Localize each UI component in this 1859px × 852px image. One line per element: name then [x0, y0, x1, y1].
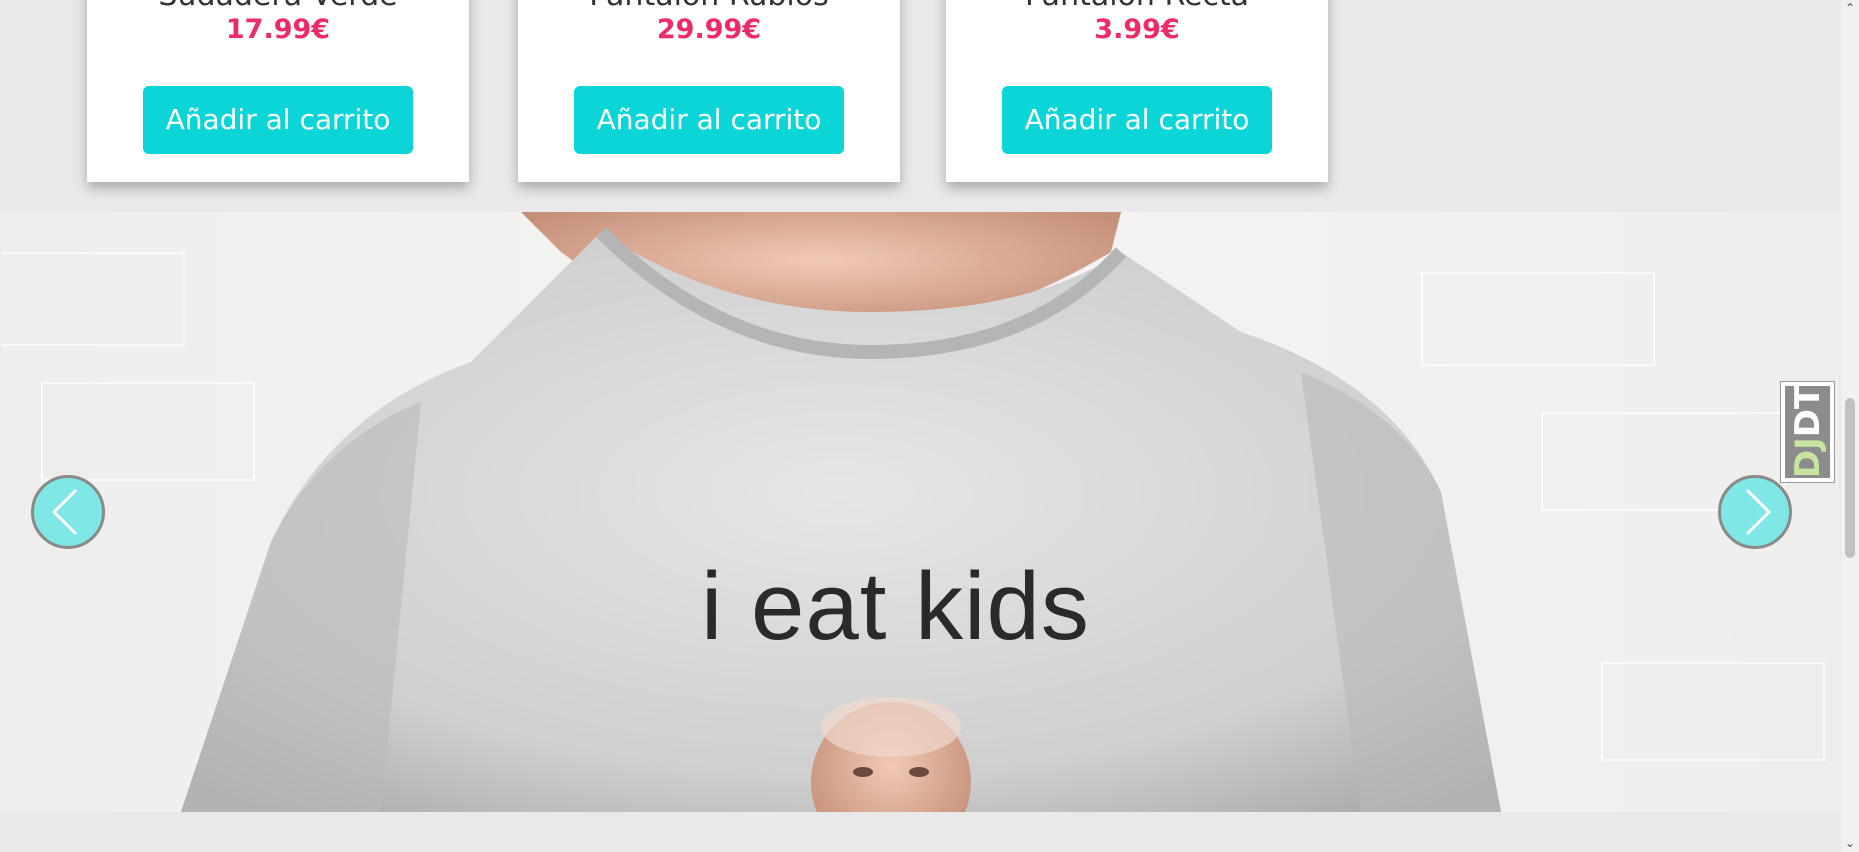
product-card: Pantalon Rubios 29.99€ Añadir al carrito: [518, 0, 900, 182]
add-to-cart-button[interactable]: Añadir al carrito: [574, 86, 844, 154]
image-carousel: i eat kids: [1, 212, 1839, 812]
product-price: 29.99€: [656, 14, 762, 45]
debug-toolbar-label: DJDT: [1787, 386, 1828, 478]
carousel-next-button[interactable]: [1718, 475, 1792, 549]
product-name: Sudadera Verde: [87, 0, 469, 13]
product-name: Pantalon Rubios: [518, 0, 900, 13]
product-card: Sudadera Verde 17.99€ Añadir al carrito: [87, 0, 469, 182]
carousel-prev-button[interactable]: [31, 475, 105, 549]
debug-toolbar-handle[interactable]: DJDT: [1780, 381, 1835, 483]
page: Sudadera Verde 17.99€ Añadir al carrito …: [0, 0, 1841, 852]
shirt-print-text: i eat kids: [701, 553, 1090, 660]
scroll-up-icon[interactable]: ⌃: [1841, 0, 1859, 17]
scrollbar-thumb[interactable]: [1845, 398, 1855, 558]
scroll-down-icon[interactable]: ⌄: [1841, 835, 1859, 852]
chevron-right-icon: [1745, 488, 1772, 536]
product-price: 17.99€: [225, 14, 331, 45]
product-price: 3.99€: [1094, 14, 1180, 45]
debug-toolbar-badge: DJDT: [1785, 386, 1830, 478]
vertical-scrollbar[interactable]: ⌃ ⌄: [1841, 0, 1859, 852]
product-photo: [181, 212, 1501, 812]
product-card: Pantalon Recta 3.99€ Añadir al carrito: [946, 0, 1328, 182]
product-name: Pantalon Recta: [946, 0, 1328, 13]
chevron-left-icon: [51, 488, 78, 536]
add-to-cart-button[interactable]: Añadir al carrito: [1002, 86, 1272, 154]
add-to-cart-button[interactable]: Añadir al carrito: [143, 86, 413, 154]
